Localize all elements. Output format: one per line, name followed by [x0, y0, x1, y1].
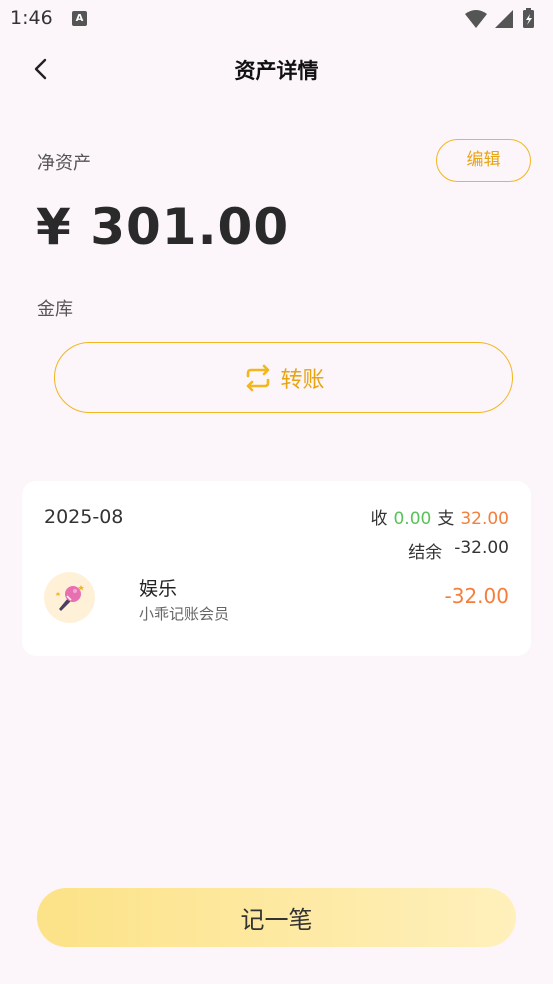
balance-summary: 结余 -32.00 [408, 538, 509, 563]
add-record-button[interactable]: 记一笔 [37, 888, 516, 947]
income-label: 收 [370, 509, 388, 529]
expense-value: 32.00 [460, 509, 509, 529]
transfer-label: 转账 [280, 367, 325, 393]
edit-button[interactable]: 编辑 [436, 139, 531, 182]
record-entry[interactable]: 娱乐 小乖记账会员 -32.00 [44, 572, 509, 624]
status-time: 1:46 [10, 7, 53, 29]
balance-label: 结余 [408, 543, 443, 563]
microphone-icon [44, 572, 95, 623]
net-asset-amount: ¥ 301.00 [36, 198, 290, 256]
income-value: 0.00 [393, 509, 432, 529]
entry-note: 小乖记账会员 [139, 605, 230, 623]
page-title: 资产详情 [234, 59, 319, 83]
status-bar: 1:46 A [0, 0, 553, 38]
entry-amount: -32.00 [444, 584, 509, 608]
income-expense-summary: 收 0.00 支 32.00 [370, 504, 509, 529]
transfer-icon [247, 364, 270, 391]
asset-detail-screen: 1:46 A 资产详情 净资产 编辑 ¥ 301.00 金库 转账 2025-0… [0, 0, 553, 984]
signal-battery-icons [465, 8, 534, 28]
notification-a-icon: A [72, 11, 87, 26]
expense-label: 支 [437, 509, 455, 529]
balance-value: -32.00 [454, 538, 509, 558]
account-name: 金库 [37, 299, 73, 320]
month-record-card: 2025-08 收 0.00 支 32.00 结余 -32.00 娱乐 小乖记账… [22, 481, 531, 656]
net-asset-label: 净资产 [37, 153, 91, 174]
transfer-button[interactable]: 转账 [54, 342, 513, 413]
entry-category: 娱乐 [139, 578, 178, 600]
month-label: 2025-08 [44, 506, 124, 528]
